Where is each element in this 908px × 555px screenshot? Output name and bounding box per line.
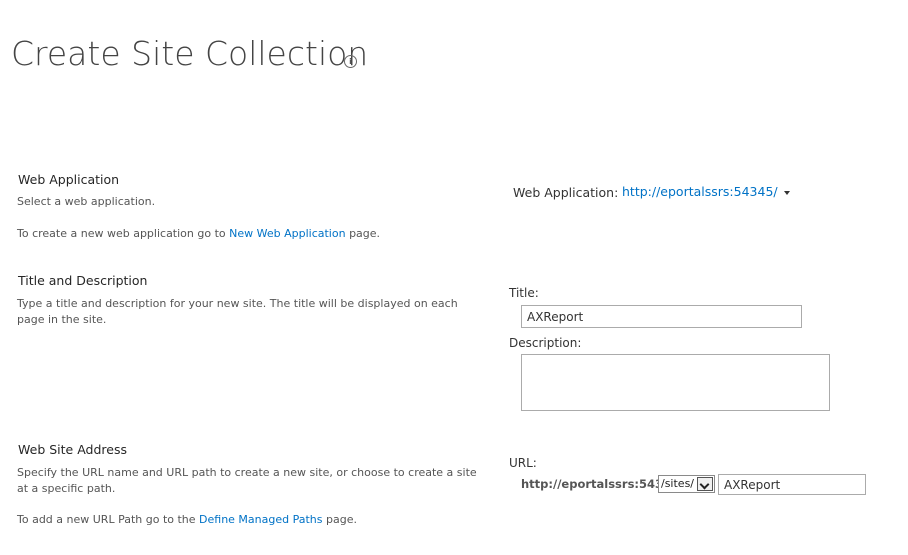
web-site-address-description: Specify the URL name and URL path to cre…: [17, 466, 477, 495]
url-path-selected-value[interactable]: /sites/: [661, 477, 694, 490]
new-web-application-hint: To create a new web application go to Ne…: [17, 226, 457, 242]
web-application-description: Select a web application.: [17, 195, 156, 208]
web-application-selector[interactable]: http://eportalssrs:54345/: [622, 184, 790, 199]
section-heading-web-application: Web Application: [18, 172, 120, 187]
caret-down-icon[interactable]: [783, 190, 790, 195]
managed-paths-hint-suffix: page.: [322, 513, 357, 526]
section-heading-web-site-address: Web Site Address: [18, 442, 127, 457]
url-path-select[interactable]: /sites/: [658, 475, 715, 493]
url-name-input[interactable]: [718, 474, 866, 495]
section-heading-title-description: Title and Description: [18, 273, 148, 288]
chevron-down-icon[interactable]: [697, 477, 713, 491]
new-web-application-hint-prefix: To create a new web application go to: [17, 227, 230, 240]
title-description-description: Type a title and description for your ne…: [17, 297, 458, 326]
web-application-selected-value[interactable]: http://eportalssrs:54345/: [622, 184, 778, 199]
new-web-application-hint-suffix: page.: [345, 227, 381, 240]
info-icon[interactable]: i: [344, 55, 357, 68]
description-textarea[interactable]: [521, 354, 830, 411]
managed-paths-hint-prefix: To add a new URL Path go to the: [17, 513, 200, 526]
url-prefix: http://eportalssrs:54345: [521, 477, 680, 491]
title-label: Title:: [509, 286, 539, 300]
description-label: Description:: [509, 336, 582, 350]
define-managed-paths-link[interactable]: Define Managed Paths: [199, 513, 322, 526]
url-label: URL:: [509, 456, 537, 470]
managed-paths-hint: To add a new URL Path go to the Define M…: [17, 512, 457, 528]
page-title: Create Site Collection: [11, 34, 369, 73]
title-input[interactable]: [521, 305, 802, 328]
web-application-label: Web Application:: [513, 185, 619, 200]
new-web-application-link[interactable]: New Web Application: [229, 227, 345, 240]
